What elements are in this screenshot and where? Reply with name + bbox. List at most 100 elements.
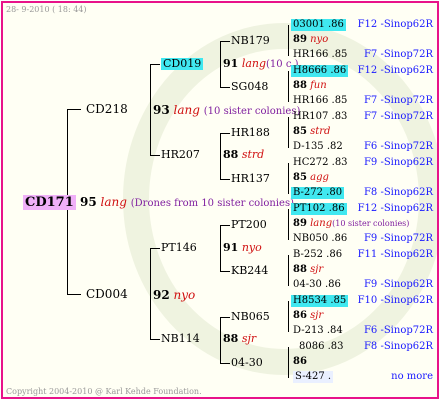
gen2-lang: nyo [241, 241, 262, 254]
gen2-lang: strd [241, 148, 265, 161]
gen2-label: 88 strd [223, 149, 264, 161]
gen2-num: 88 [223, 332, 239, 345]
gen4-dam[interactable]: HR166 .85 [293, 95, 347, 107]
root-lang: lang [100, 195, 127, 209]
gen4-dam[interactable]: B-272 .80 [291, 187, 345, 199]
gen4-label: 85 strd [293, 126, 330, 138]
gen4-label: 89 lang(10 sister colonies) [293, 218, 409, 230]
gen3-id[interactable]: SG048 [231, 81, 268, 93]
gen4-num: 85 [293, 126, 307, 137]
gen4-dam[interactable]: NB050 .86 [293, 233, 347, 245]
gen4-id[interactable]: H8534 .85 [291, 295, 349, 307]
gen4-dam[interactable]: D-213 .84 [293, 325, 343, 337]
link [220, 271, 230, 272]
bracket [288, 301, 289, 332]
apiary-label: F11 -Sinop62R [357, 249, 433, 260]
gen1-label: 92 nyo [153, 289, 195, 301]
gen4-label: 86 sjr [293, 310, 323, 322]
link [220, 225, 230, 226]
link [220, 317, 230, 318]
gen2-lang: lang [241, 57, 267, 70]
gen4-lang: nyo [310, 34, 329, 45]
gen4-id[interactable]: B-252 .86 [293, 249, 342, 261]
apiary-label: F8 -Sinop62R [363, 341, 433, 352]
gen4-dam[interactable]: 04-30 .86 [293, 279, 341, 291]
gen3-id[interactable]: PT200 [231, 219, 267, 231]
apiary-label: F6 -Sinop72R [363, 325, 433, 336]
root-note: (Drones from 10 sister colonies) [130, 198, 295, 209]
gen1-num: 93 [153, 103, 170, 117]
gen3-id[interactable]: HR188 [231, 127, 270, 139]
gen3-id[interactable]: KB244 [231, 265, 268, 277]
gen4-dam[interactable]: S-427 . [293, 371, 334, 383]
gen2-id[interactable]: CD019 [161, 58, 204, 70]
gen1-note: (10 sister colonies) [203, 106, 301, 117]
apiary-label: F9 -Sinop72R [363, 233, 433, 244]
gen4-id[interactable]: HC272 .83 [293, 157, 348, 169]
gen1-lang: lang [173, 103, 200, 117]
apiary-label: F12 -Sinop62R [357, 19, 433, 30]
gen2-id[interactable]: NB114 [161, 333, 200, 345]
link [150, 64, 160, 65]
gen3-id[interactable]: HR137 [231, 173, 270, 185]
root-id[interactable]: CD171 [23, 195, 76, 210]
apiary-label: no more [391, 371, 433, 382]
gen2-label: 88 sjr [223, 333, 256, 345]
bracket [150, 64, 151, 156]
gen4-id[interactable]: HR107 .83 [293, 111, 347, 123]
gen2-id[interactable]: PT146 [161, 242, 197, 254]
bracket [288, 347, 289, 378]
bracket [220, 41, 221, 88]
link [220, 41, 230, 42]
gen4-lang: lang [310, 218, 333, 229]
bracket [288, 163, 289, 194]
gen3-id[interactable]: NB179 [231, 35, 270, 47]
gen4-num: 85 [293, 172, 307, 183]
gen4-num: 89 [293, 218, 307, 229]
gen2-label: 91 lang(10 c.) [223, 58, 299, 71]
gen2-num: 91 [223, 241, 239, 254]
pedigree-frame: 28- 9-2010 ( 18: 44) Copyright 2004-2010… [1, 1, 439, 399]
gen1-label: 93 lang (10 sister colonies) [153, 104, 300, 118]
gen1-id[interactable]: CD004 [86, 288, 128, 300]
gen1-num: 92 [153, 288, 170, 302]
gen4-id[interactable]: 03001 .86 [291, 19, 346, 31]
gen4-dam[interactable]: HR166 .85 [293, 49, 347, 61]
gen2-label: 91 nyo [223, 242, 262, 254]
copyright: Copyright 2004-2010 @ Karl Kehde Foundat… [6, 387, 202, 396]
apiary-label: F7 -Sinop72R [363, 111, 433, 122]
gen2-id[interactable]: HR207 [161, 149, 200, 161]
gen4-num: 86 [293, 310, 307, 321]
gen3-id[interactable]: 04-30 [231, 357, 263, 369]
link [220, 179, 230, 180]
link [67, 109, 81, 110]
gen4-lang: agg [310, 172, 329, 183]
gen1-id[interactable]: CD218 [86, 103, 128, 115]
gen3-id[interactable]: NB065 [231, 311, 270, 323]
gen4-num: 88 [293, 80, 307, 91]
gen4-label: 89 nyo [293, 34, 328, 46]
bracket [220, 225, 221, 272]
gen4-id[interactable]: PT102 .86 [291, 203, 347, 215]
timestamp: 28- 9-2010 ( 18: 44) [6, 5, 87, 14]
gen4-lang: strd [310, 126, 331, 137]
gen4-label: 85 agg [293, 172, 329, 184]
apiary-label: F8 -Sinop62R [363, 187, 433, 198]
link [220, 133, 230, 134]
gen4-dam[interactable]: D-135 .82 [293, 141, 343, 153]
link [67, 294, 81, 295]
gen2-lang: sjr [241, 332, 257, 345]
bracket [288, 117, 289, 148]
gen4-num: 86 [293, 356, 307, 367]
apiary-label: F7 -Sinop72R [363, 95, 433, 106]
bracket [288, 255, 289, 286]
gen4-label: 88 fun [293, 80, 327, 92]
apiary-label: F9 -Sinop62R [363, 279, 433, 290]
root-label: 95 lang (Drones from 10 sister colonies) [80, 196, 294, 210]
gen4-id[interactable]: 8086 .83 [299, 341, 344, 353]
link [150, 248, 160, 249]
gen4-id[interactable]: H8666 .86 [291, 65, 349, 77]
gen4-note: (10 sister colonies) [332, 219, 410, 228]
apiary-label: F12 -Sinop62R [357, 203, 433, 214]
bracket [220, 133, 221, 180]
